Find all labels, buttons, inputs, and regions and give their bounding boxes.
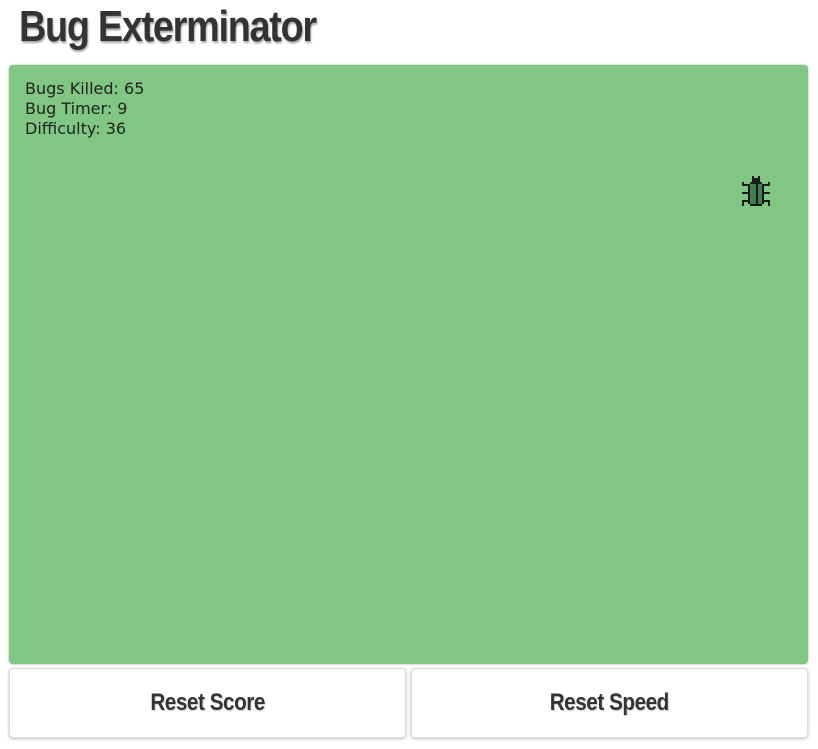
bug-timer-stat: Bug Timer: 9 bbox=[25, 99, 144, 119]
difficulty-stat: Difficulty: 36 bbox=[25, 119, 144, 139]
reset-score-label: Reset Score bbox=[150, 689, 265, 716]
difficulty-value: 36 bbox=[105, 119, 127, 138]
reset-speed-button[interactable]: Reset Speed bbox=[411, 668, 808, 738]
bug-icon[interactable] bbox=[740, 176, 772, 208]
reset-score-button[interactable]: Reset Score bbox=[9, 668, 406, 738]
control-bar: Reset Score Reset Speed bbox=[9, 668, 809, 738]
bug-timer-label: Bug Timer: bbox=[25, 99, 113, 118]
difficulty-label: Difficulty: bbox=[25, 119, 101, 138]
reset-speed-label: Reset Speed bbox=[549, 689, 670, 716]
bugs-killed-stat: Bugs Killed: 65 bbox=[25, 79, 144, 99]
bugs-killed-value: 65 bbox=[124, 79, 145, 98]
bug-timer-value: 9 bbox=[117, 99, 128, 118]
page-title: Bug Exterminator bbox=[19, 2, 317, 51]
game-page: Bug Exterminator Bugs Killed: 65 Bug Tim… bbox=[0, 0, 818, 749]
bugs-killed-label: Bugs Killed: bbox=[25, 79, 119, 98]
game-board[interactable]: Bugs Killed: 65 Bug Timer: 9 Difficulty:… bbox=[9, 65, 808, 664]
score-panel: Bugs Killed: 65 Bug Timer: 9 Difficulty:… bbox=[25, 79, 144, 139]
